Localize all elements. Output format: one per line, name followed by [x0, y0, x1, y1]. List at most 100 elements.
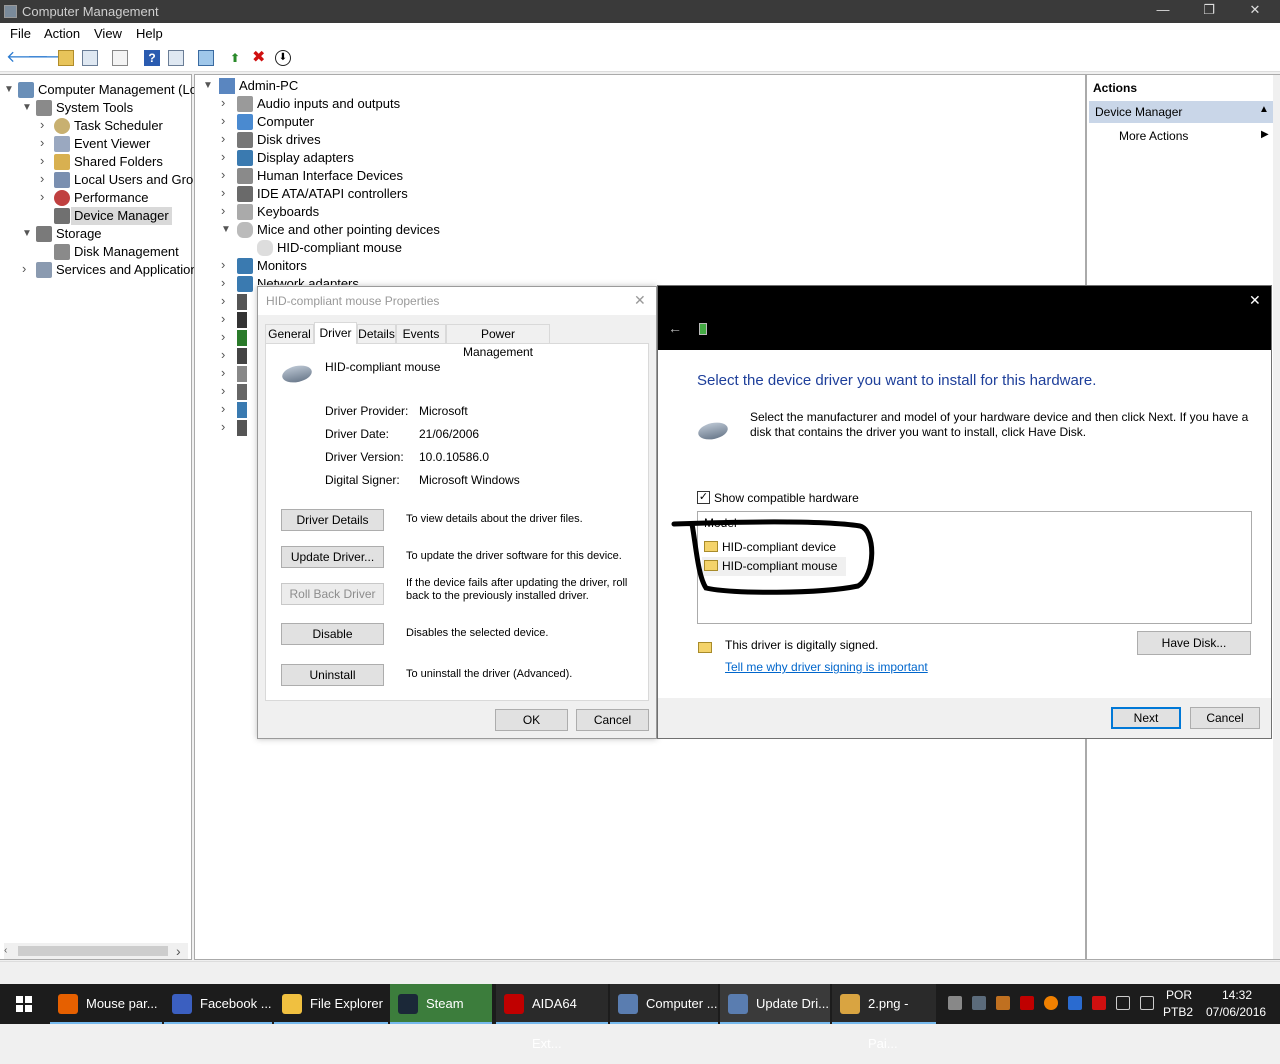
tree-item-performance[interactable]: Performance — [74, 189, 148, 207]
device-category-mice-and-other-pointing-devices[interactable]: Mice and other pointing devices — [257, 221, 440, 239]
tray-network-icon[interactable] — [1116, 996, 1130, 1010]
expand-chevron-icon[interactable]: ▼ — [203, 80, 213, 91]
taskbar-item-mouse-par[interactable]: Mouse par... — [50, 984, 162, 1024]
tree-item-shared-folders[interactable]: Shared Folders — [74, 153, 163, 171]
roll-back-driver-button[interactable]: Roll Back Driver — [281, 583, 384, 605]
tree-item-task-scheduler[interactable]: Task Scheduler — [74, 117, 163, 135]
expand-chevron-icon[interactable]: › — [221, 293, 225, 308]
expand-chevron-icon[interactable]: ▼ — [22, 228, 32, 239]
expand-chevron-icon[interactable]: › — [40, 153, 44, 168]
properties-icon[interactable] — [112, 50, 128, 66]
maximize-button[interactable]: ❐ — [1186, 2, 1232, 21]
expand-chevron-icon[interactable]: › — [221, 131, 225, 146]
collapse-arrow-icon[interactable]: ▲ — [1259, 104, 1269, 115]
tray-steam-icon[interactable] — [972, 996, 986, 1010]
help-icon[interactable]: ? — [144, 50, 160, 66]
expand-chevron-icon[interactable]: › — [221, 257, 225, 272]
taskbar-item-aida64-ext[interactable]: AIDA64 Ext... — [496, 984, 608, 1051]
taskbar-item-steam[interactable]: Steam — [390, 984, 492, 1024]
expand-chevron-icon[interactable]: › — [40, 189, 44, 204]
expand-chevron-icon[interactable]: › — [221, 347, 225, 362]
tray-red-icon[interactable] — [1092, 996, 1106, 1010]
tree-item-event-viewer[interactable]: Event Viewer — [74, 135, 150, 153]
tab-driver[interactable]: Driver — [314, 322, 357, 344]
expand-chevron-icon[interactable]: ▼ — [4, 84, 14, 95]
menu-view[interactable]: View — [94, 26, 122, 41]
expand-chevron-icon[interactable]: ▼ — [22, 102, 32, 113]
expand-chevron-icon[interactable]: ▼ — [221, 224, 231, 235]
update-driver-button[interactable]: Update Driver... — [281, 546, 384, 568]
expand-chevron-icon[interactable]: › — [221, 419, 225, 434]
menu-action[interactable]: Action — [44, 26, 80, 41]
expand-chevron-icon[interactable]: › — [221, 275, 225, 290]
tray-malwarebytes-icon[interactable] — [1068, 996, 1082, 1010]
cancel-button[interactable]: Cancel — [576, 709, 649, 731]
scrollbar-thumb[interactable] — [18, 946, 168, 956]
scan-hardware-icon[interactable] — [198, 50, 214, 66]
actions-section-device-manager[interactable]: Device Manager ▲ — [1089, 101, 1275, 123]
device-category-network-adapters[interactable]: Network adapters — [257, 275, 359, 285]
wizard-cancel-button[interactable]: Cancel — [1190, 707, 1260, 729]
clock-time[interactable]: 14:32 — [1222, 988, 1252, 1002]
wizard-close-button[interactable]: ✕ — [1249, 292, 1261, 309]
expand-chevron-icon[interactable]: › — [221, 95, 225, 110]
properties-close-button[interactable]: ✕ — [634, 292, 646, 309]
have-disk-button[interactable]: Have Disk... — [1137, 631, 1251, 655]
more-actions[interactable]: More Actions ▶ — [1119, 129, 1269, 147]
expand-chevron-icon[interactable]: › — [22, 261, 26, 276]
expand-chevron-icon[interactable]: › — [221, 203, 225, 218]
tray-volume-icon[interactable] — [1140, 996, 1154, 1010]
close-button[interactable]: ✕ — [1232, 2, 1278, 21]
tab-general[interactable]: General — [265, 324, 314, 343]
tree-item-disk-management[interactable]: Disk Management — [74, 243, 179, 261]
expand-chevron-icon[interactable]: › — [221, 311, 225, 326]
tray-aida64-icon[interactable] — [1020, 996, 1034, 1010]
actions-vertical-scrollbar[interactable] — [1273, 75, 1280, 959]
taskbar-item-update-dri[interactable]: Update Dri... — [720, 984, 830, 1024]
device-category-human-interface-devices[interactable]: Human Interface Devices — [257, 167, 403, 185]
horizontal-scrollbar[interactable]: ‹ › — [4, 943, 188, 959]
expand-chevron-icon[interactable]: › — [40, 135, 44, 150]
checkbox[interactable]: ✓ — [697, 491, 710, 504]
input-language[interactable]: POR — [1166, 988, 1192, 1002]
update-driver-icon[interactable]: ⬆ — [230, 50, 246, 66]
tray-airplane-icon[interactable] — [948, 996, 962, 1010]
tree-item-computer-management-local[interactable]: Computer Management (Local — [38, 81, 214, 99]
taskbar-item-file-explorer[interactable]: File Explorer — [274, 984, 388, 1024]
ok-button[interactable]: OK — [495, 709, 568, 731]
tab-power-management[interactable]: Power Management — [446, 324, 550, 359]
device-category-hid-compliant-mouse[interactable]: HID-compliant mouse — [277, 239, 402, 257]
back-icon[interactable]: 🡐 — [6, 50, 49, 66]
expand-chevron-icon[interactable]: › — [221, 383, 225, 398]
taskbar-item-2-png-pai[interactable]: 2.png - Pai... — [832, 984, 936, 1051]
disable-button[interactable]: Disable — [281, 623, 384, 645]
tree-item-storage[interactable]: Storage — [56, 225, 102, 243]
device-category-disk-drives[interactable]: Disk drives — [257, 131, 321, 149]
tab-details[interactable]: Details — [357, 324, 396, 343]
scroll-left-arrow[interactable]: ‹ — [4, 945, 7, 956]
tray-orange-icon[interactable] — [1044, 996, 1058, 1010]
uninstall-button[interactable]: Uninstall — [281, 664, 384, 686]
expand-chevron-icon[interactable]: › — [221, 329, 225, 344]
forward-icon[interactable]: 🡒 — [27, 50, 70, 66]
taskbar-item-computer[interactable]: Computer ... — [610, 984, 718, 1024]
driver-details-button[interactable]: Driver Details — [281, 509, 384, 531]
scroll-right-arrow[interactable]: › — [176, 943, 181, 959]
tree-item-system-tools[interactable]: System Tools — [56, 99, 133, 117]
expand-chevron-icon[interactable]: › — [221, 167, 225, 182]
next-button[interactable]: Next — [1111, 707, 1181, 729]
tree-item-services-and-applications[interactable]: Services and Applications — [56, 261, 204, 279]
back-arrow-icon[interactable]: ← — [668, 320, 682, 336]
taskbar-item-facebook[interactable]: Facebook ... — [164, 984, 272, 1024]
minimize-button[interactable]: — — [1140, 2, 1186, 21]
show-hide-tree-icon[interactable] — [82, 50, 98, 66]
expand-chevron-icon[interactable]: › — [221, 185, 225, 200]
download-icon[interactable]: ⬇ — [275, 50, 291, 66]
expand-chevron-icon[interactable]: › — [221, 113, 225, 128]
up-folder-icon[interactable] — [58, 50, 74, 66]
device-category-monitors[interactable]: Monitors — [257, 257, 307, 275]
device-category-display-adapters[interactable]: Display adapters — [257, 149, 354, 167]
tab-events[interactable]: Events — [396, 324, 446, 343]
uninstall-icon[interactable]: ✖ — [252, 50, 268, 66]
clock-date[interactable]: 07/06/2016 — [1206, 1005, 1266, 1019]
